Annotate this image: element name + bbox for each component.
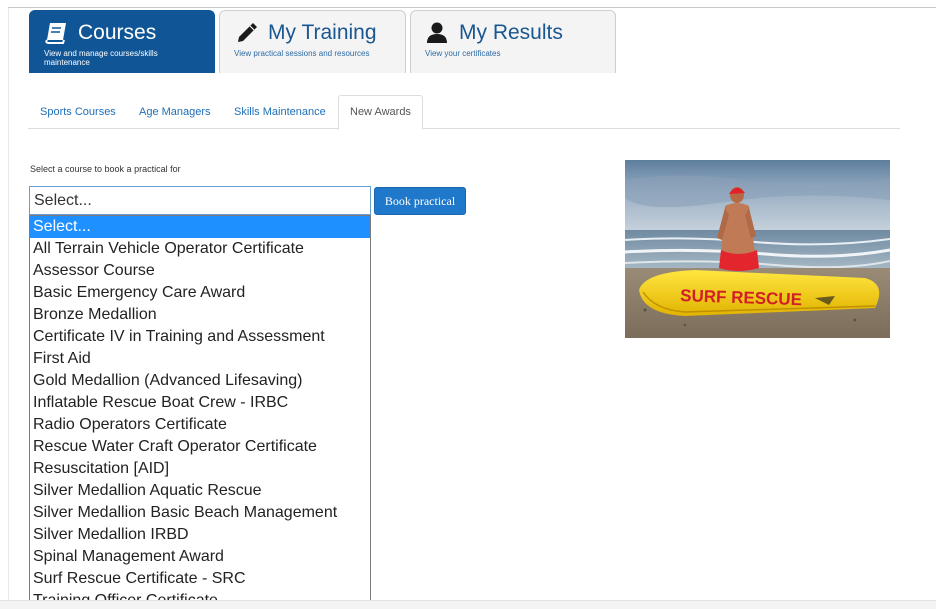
course-option[interactable]: Rescue Water Craft Operator Certificate xyxy=(30,436,370,458)
course-option[interactable]: Gold Medallion (Advanced Lifesaving) xyxy=(30,370,370,392)
user-icon xyxy=(425,21,451,45)
course-select[interactable]: Select... xyxy=(29,186,371,215)
tab-my-training[interactable]: My Training View practical sessions and … xyxy=(219,10,406,73)
tab-my-results-title: My Results xyxy=(459,21,563,44)
course-option[interactable]: First Aid xyxy=(30,348,370,370)
pencil-icon xyxy=(234,21,260,45)
tab-my-results[interactable]: My Results View your certificates xyxy=(410,10,616,73)
left-divider xyxy=(8,8,9,605)
tab-courses[interactable]: Courses View and manage courses/skills m… xyxy=(29,10,215,73)
tab-my-results-subtitle: View your certificates xyxy=(425,49,501,58)
subtab-skills-maintenance[interactable]: Skills Maintenance xyxy=(234,96,326,129)
course-option[interactable]: Certificate IV in Training and Assessmen… xyxy=(30,326,370,348)
course-option[interactable]: Radio Operators Certificate xyxy=(30,414,370,436)
course-option[interactable]: Resuscitation [AID] xyxy=(30,458,370,480)
tab-my-training-subtitle: View practical sessions and resources xyxy=(234,49,370,58)
course-option[interactable]: Basic Emergency Care Award xyxy=(30,282,370,304)
page: Courses View and manage courses/skills m… xyxy=(0,0,936,609)
course-option[interactable]: All Terrain Vehicle Operator Certificate xyxy=(30,238,370,260)
course-option[interactable]: Assessor Course xyxy=(30,260,370,282)
tab-courses-subtitle: View and manage courses/skills maintenan… xyxy=(44,49,158,67)
book-icon xyxy=(44,21,70,45)
tab-my-training-title: My Training xyxy=(268,21,377,44)
course-option[interactable]: Surf Rescue Certificate - SRC xyxy=(30,568,370,590)
subtab-new-awards[interactable]: New Awards xyxy=(338,95,423,130)
top-divider xyxy=(8,7,936,8)
course-option[interactable]: Inflatable Rescue Boat Crew - IRBC xyxy=(30,392,370,414)
tab-courses-title: Courses xyxy=(78,21,157,44)
course-select-label: Select a course to book a practical for xyxy=(30,164,181,174)
surf-rescue-photo: SURF RESCUE xyxy=(625,160,890,338)
course-dropdown-list: Select... All Terrain Vehicle Operator Ce… xyxy=(29,215,371,609)
subtab-sports-courses[interactable]: Sports Courses xyxy=(40,96,116,129)
course-option[interactable]: Silver Medallion Aquatic Rescue xyxy=(30,480,370,502)
course-option[interactable]: Silver Medallion Basic Beach Management xyxy=(30,502,370,524)
course-option[interactable]: Select... xyxy=(30,216,370,238)
subtab-age-managers[interactable]: Age Managers xyxy=(139,96,211,129)
course-option[interactable]: Bronze Medallion xyxy=(30,304,370,326)
sub-tab-bar: Sports Courses Age Managers Skills Maint… xyxy=(28,95,900,130)
course-option[interactable]: Silver Medallion IRBD xyxy=(30,524,370,546)
book-practical-button[interactable]: Book practical xyxy=(374,187,466,215)
course-option[interactable]: Spinal Management Award xyxy=(30,546,370,568)
footer-band xyxy=(0,600,936,609)
